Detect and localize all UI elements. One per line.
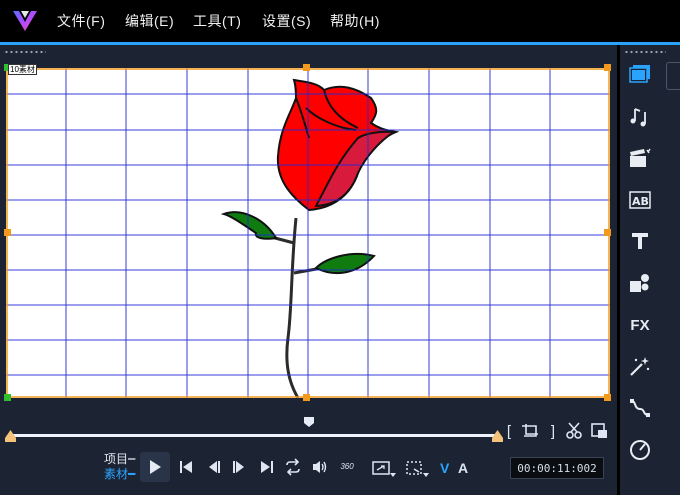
- clapper-icon: [630, 148, 651, 167]
- mark-in-icon: [: [506, 422, 512, 440]
- magic-wand-icon: [630, 357, 650, 376]
- speedometer-icon: [630, 440, 650, 460]
- motion-path-icon: [630, 399, 650, 417]
- resize-handle[interactable]: [604, 229, 611, 236]
- next-frame-icon[interactable]: [231, 459, 247, 475]
- menu-help[interactable]: 帮助(H): [330, 11, 380, 31]
- graphics-icon: [630, 274, 649, 292]
- menu-file[interactable]: 文件(F): [57, 11, 105, 31]
- clip-mode-label[interactable]: 素材━: [104, 467, 135, 482]
- panel-grip[interactable]: [4, 50, 46, 54]
- aspect-ratio-icon[interactable]: [371, 460, 397, 478]
- title-t-icon: [632, 233, 648, 249]
- speed-button[interactable]: [628, 437, 652, 461]
- repeat-icon[interactable]: [284, 458, 302, 476]
- go-to-end-icon[interactable]: [259, 459, 275, 475]
- svg-text:AB: AB: [632, 195, 649, 208]
- video-track-toggle[interactable]: V: [440, 460, 449, 476]
- enlarge-icon[interactable]: [590, 421, 610, 441]
- mode-switch[interactable]: 项目━ 素材━: [104, 452, 135, 482]
- timecode-display[interactable]: 00:00:11:002: [510, 457, 604, 479]
- view-360-label: 360: [340, 461, 354, 471]
- crop-icon[interactable]: [518, 422, 542, 440]
- resize-handle[interactable]: [604, 394, 611, 401]
- split-clip-icon[interactable]: [564, 421, 584, 441]
- play-button[interactable]: [140, 452, 170, 482]
- project-mode-label[interactable]: 项目━: [104, 452, 135, 467]
- instant-project-button[interactable]: [628, 146, 652, 170]
- filters-button[interactable]: FX: [628, 313, 652, 337]
- audio-library-button[interactable]: [628, 105, 652, 129]
- right-panel-grip[interactable]: [624, 50, 666, 54]
- mark-out-icon: ]: [550, 422, 556, 440]
- safe-area-icon[interactable]: [405, 460, 431, 478]
- menu-edit[interactable]: 编辑(E): [125, 11, 174, 31]
- app-logo-icon: [13, 11, 37, 31]
- scrub-bar[interactable]: [10, 434, 498, 437]
- preview-image: [6, 68, 610, 398]
- media-library-button[interactable]: [628, 63, 652, 87]
- resize-handle[interactable]: [604, 64, 611, 71]
- clip-corner-label: 10素材: [8, 64, 37, 75]
- media-icon: [629, 65, 650, 83]
- music-notes-icon: [630, 108, 646, 127]
- resize-handle[interactable]: [4, 394, 11, 401]
- mark-in-button[interactable]: [: [502, 422, 516, 440]
- menu-tools[interactable]: 工具(T): [193, 11, 241, 31]
- go-to-start-icon[interactable]: [178, 459, 194, 475]
- audio-track-toggle[interactable]: A: [458, 460, 468, 476]
- ab-transition-icon: AB: [629, 191, 651, 209]
- right-panel-edge: [666, 62, 680, 90]
- title-button[interactable]: [628, 229, 652, 253]
- graphics-button[interactable]: [628, 271, 652, 295]
- transitions-button[interactable]: AB: [628, 188, 652, 212]
- previous-frame-icon[interactable]: [206, 459, 222, 475]
- menu-settings[interactable]: 设置(S): [262, 11, 311, 31]
- preview-canvas[interactable]: [6, 68, 610, 398]
- menu-bar: 文件(F) 编辑(E) 工具(T) 设置(S) 帮助(H): [0, 0, 680, 42]
- playhead-thumb[interactable]: [303, 416, 315, 428]
- resize-handle[interactable]: [303, 394, 310, 401]
- mark-out-button[interactable]: ]: [546, 422, 560, 440]
- trim-start-handle[interactable]: [5, 430, 16, 442]
- resize-handle[interactable]: [303, 64, 310, 71]
- fx-icon: FX: [630, 316, 650, 334]
- play-icon: [150, 460, 161, 474]
- timecode-value: 00:00:11:002: [517, 461, 597, 475]
- path-button[interactable]: [628, 396, 652, 420]
- resize-handle[interactable]: [4, 229, 11, 236]
- motion-button[interactable]: [628, 354, 652, 378]
- view-360-button[interactable]: 360: [335, 459, 359, 473]
- volume-icon[interactable]: [311, 459, 329, 475]
